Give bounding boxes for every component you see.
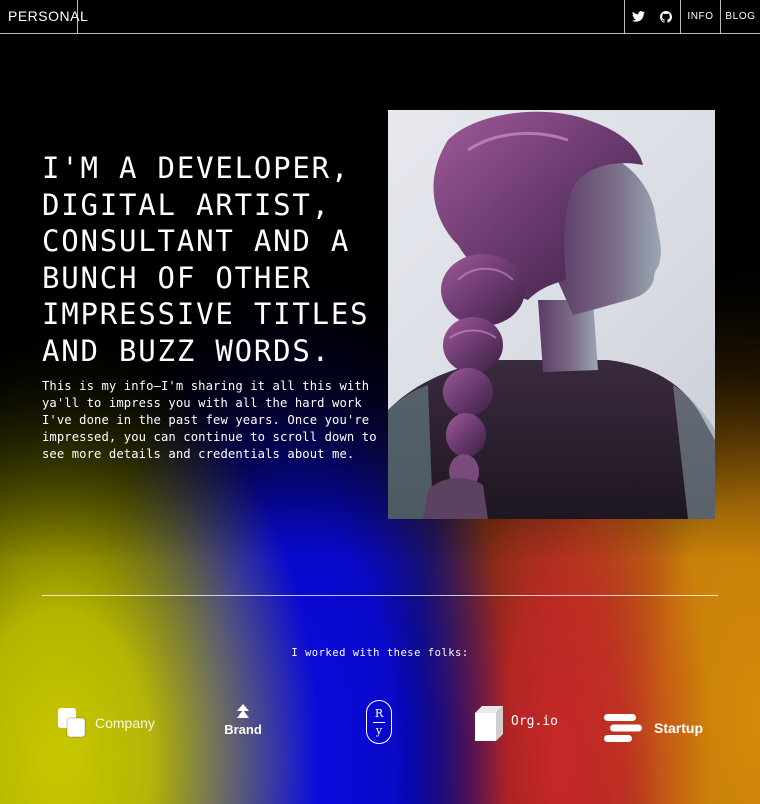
section-divider xyxy=(42,595,718,596)
nav-info-link[interactable]: INFO xyxy=(680,0,720,33)
client-logo-ry[interactable]: R y xyxy=(366,700,392,744)
client-logo-brand[interactable]: Brand xyxy=(222,704,264,740)
brand-logo-text: Brand xyxy=(224,722,262,737)
ry-logo-icon: R y xyxy=(373,706,385,737)
portrait-illustration xyxy=(388,111,715,519)
hero-description: This is my info—I'm sharing it all this … xyxy=(42,379,377,461)
ry-logo-top-letter: R xyxy=(374,706,384,720)
ry-logo-rule xyxy=(373,721,385,723)
portrait-photo xyxy=(388,110,715,519)
github-icon xyxy=(660,10,672,23)
client-logo-org[interactable]: Org.io xyxy=(475,706,558,742)
github-link[interactable] xyxy=(652,0,680,33)
clients-heading: I worked with these folks: xyxy=(291,647,469,659)
org-logo-text: Org.io xyxy=(511,713,558,729)
hero-title: I'M A DEVELOPER, DIGITAL ARTIST, CONSULT… xyxy=(42,151,370,368)
org-logo-icon xyxy=(475,706,503,741)
nav-blog-link[interactable]: BLOG xyxy=(720,0,760,33)
client-logo-company[interactable]: Company xyxy=(58,708,155,738)
twitter-icon xyxy=(632,11,645,22)
brand-logo-icon xyxy=(237,704,249,718)
company-logo-icon xyxy=(58,708,86,738)
twitter-link[interactable] xyxy=(624,0,652,33)
top-navigation-bar: PERSONAL INFO BLOG xyxy=(0,0,760,34)
startup-logo-icon xyxy=(604,714,642,742)
site-brand[interactable]: PERSONAL xyxy=(0,0,88,33)
ry-logo-bottom-letter: y xyxy=(375,723,383,737)
client-logo-startup[interactable]: Startup xyxy=(604,713,703,743)
startup-logo-text: Startup xyxy=(654,720,703,736)
company-logo-text: Company xyxy=(95,715,155,731)
